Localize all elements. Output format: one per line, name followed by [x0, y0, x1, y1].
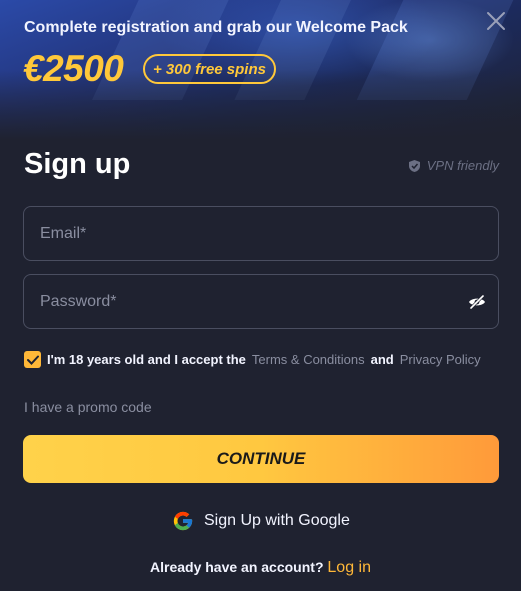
check-icon: [26, 355, 39, 365]
google-signup-label: Sign Up with Google: [204, 512, 350, 529]
privacy-policy-link[interactable]: Privacy Policy: [400, 352, 481, 367]
login-prompt: Already have an account?: [150, 559, 324, 575]
google-icon: [173, 511, 193, 531]
email-input[interactable]: [24, 207, 498, 260]
close-icon[interactable]: [485, 10, 507, 32]
free-spins-badge: + 300 free spins: [143, 54, 276, 84]
google-signup-button[interactable]: Sign Up with Google: [172, 509, 350, 533]
password-field[interactable]: [23, 274, 499, 329]
password-input[interactable]: [24, 275, 498, 328]
terms-checkbox[interactable]: [24, 351, 41, 368]
terms-conditions-link[interactable]: Terms & Conditions: [252, 352, 365, 367]
terms-prefix: I'm 18 years old and I accept the: [47, 352, 246, 367]
vpn-friendly-badge: VPN friendly: [408, 158, 499, 173]
login-link[interactable]: Log in: [327, 559, 371, 576]
continue-button[interactable]: CONTINUE: [23, 435, 499, 483]
terms-row: I'm 18 years old and I accept the Terms …: [24, 351, 481, 368]
bonus-amount: €2500: [23, 48, 124, 89]
promo-code-link[interactable]: I have a promo code: [24, 399, 152, 415]
page-title: Sign up: [24, 148, 131, 180]
eye-slash-icon[interactable]: [468, 294, 486, 310]
banner-headline: Complete registration and grab our Welco…: [24, 19, 408, 36]
terms-and: and: [370, 352, 394, 367]
login-row: Already have an account? Log in: [0, 559, 521, 577]
shield-icon: [408, 159, 420, 172]
email-field[interactable]: [23, 206, 499, 261]
vpn-label: VPN friendly: [426, 158, 499, 173]
